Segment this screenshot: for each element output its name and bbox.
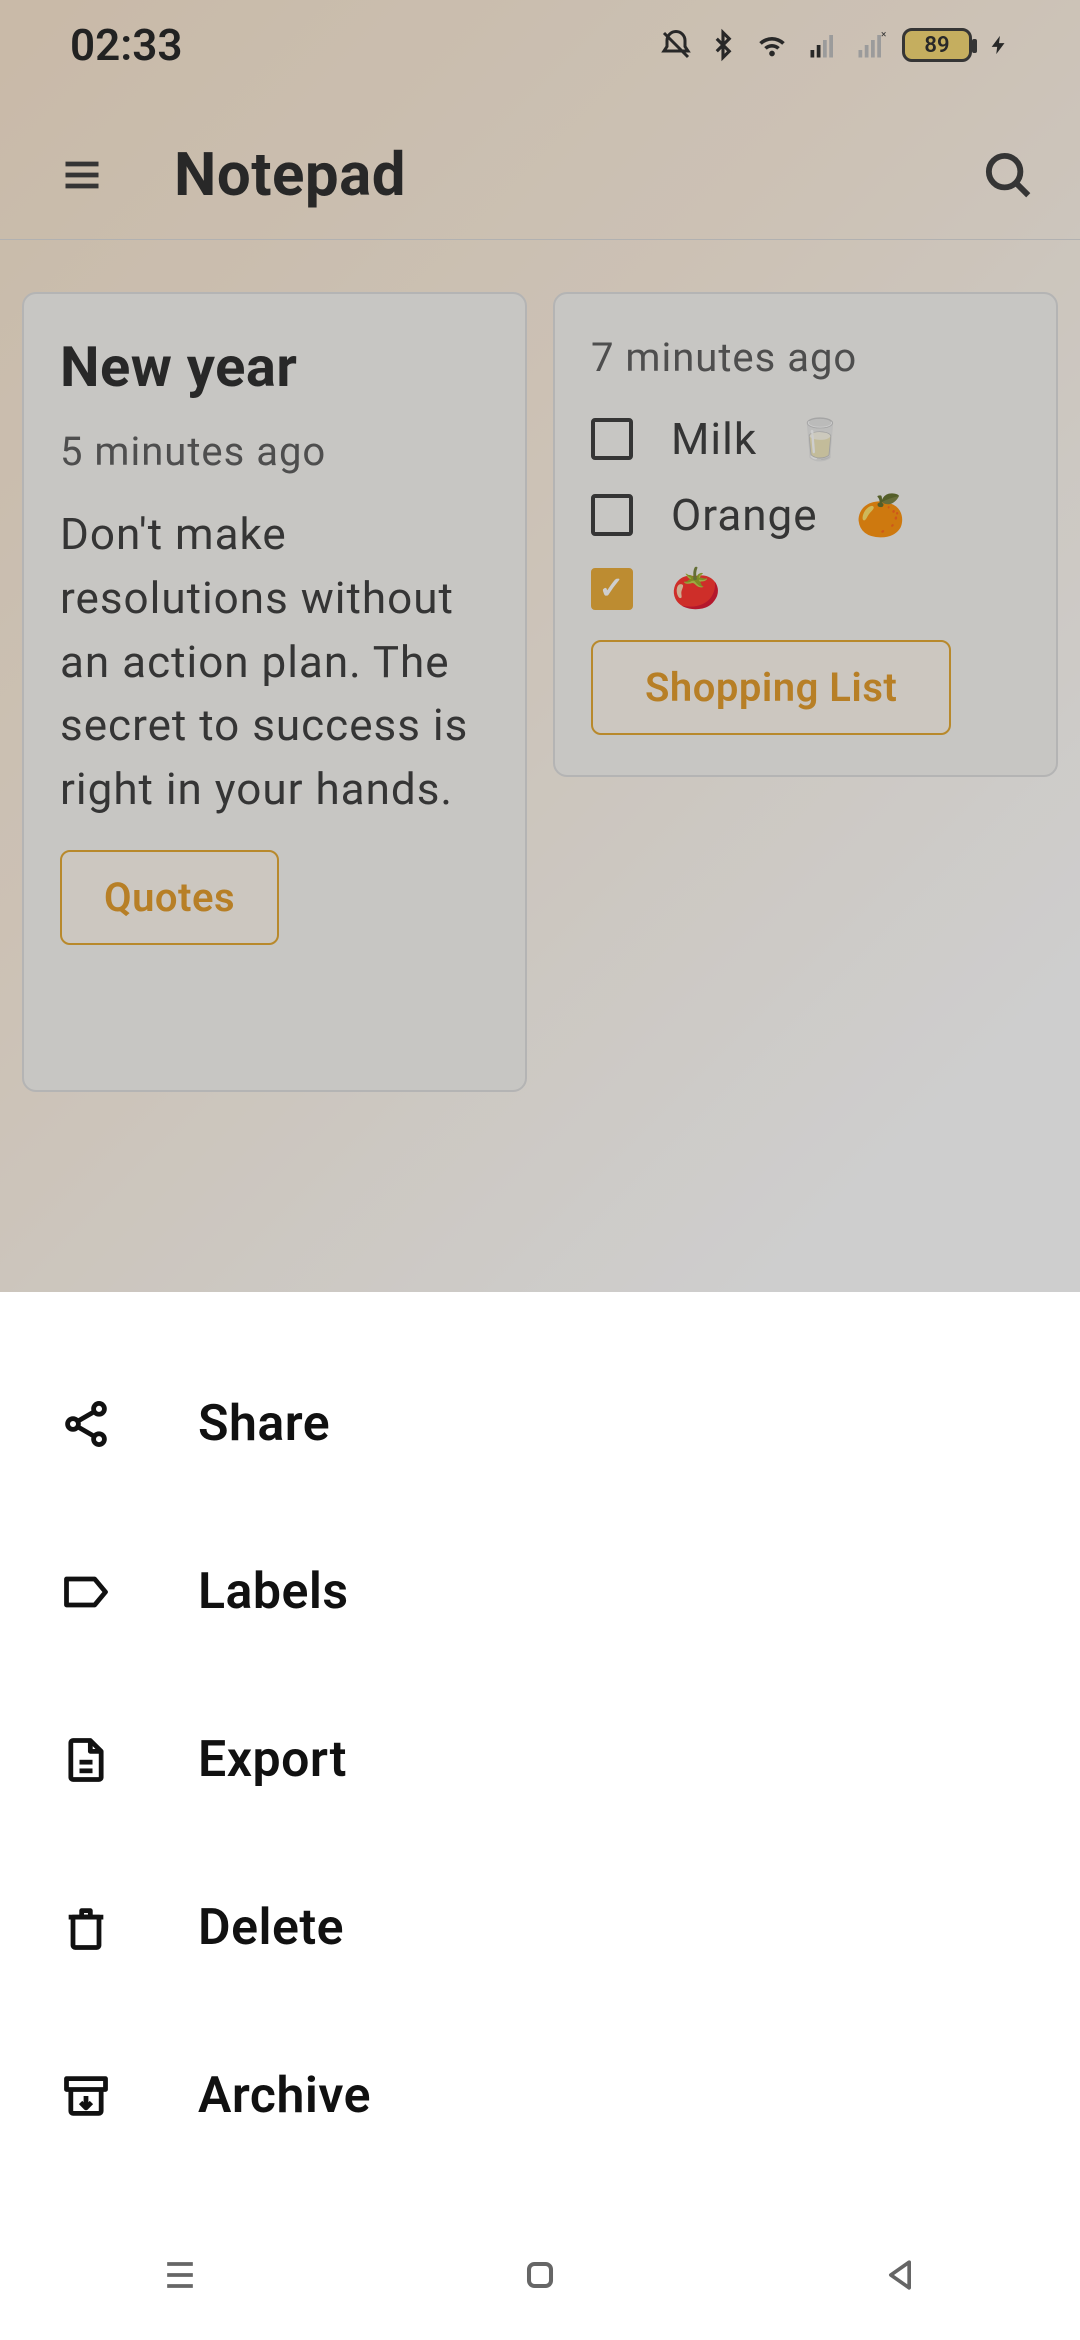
tomato-emoji-icon: 🍅 xyxy=(671,565,722,612)
note-time: 5 minutes ago xyxy=(60,428,489,475)
search-button[interactable] xyxy=(976,143,1040,207)
notes-grid: New year 5 minutes ago Don't make resolu… xyxy=(0,270,1080,1092)
charging-icon xyxy=(988,28,1010,62)
milk-emoji-icon: 🥛 xyxy=(795,416,846,463)
checklist-label: Milk xyxy=(671,413,757,465)
wifi-icon xyxy=(752,28,792,62)
vibrate-icon xyxy=(658,27,694,63)
sheet-label: Export xyxy=(198,1731,347,1789)
checkbox-checked-icon[interactable]: ✓ xyxy=(591,568,633,610)
orange-emoji-icon: 🍊 xyxy=(856,492,907,539)
checklist-item[interactable]: Milk 🥛 xyxy=(591,413,1020,465)
checklist-item[interactable]: ✓ 🍅 xyxy=(591,565,1020,612)
sheet-label: Archive xyxy=(198,2067,371,2125)
app-bar: Notepad xyxy=(0,110,1080,240)
app-title: Notepad xyxy=(174,139,976,210)
svg-text:×: × xyxy=(881,30,886,41)
label-icon xyxy=(58,1564,114,1620)
status-tray: × 89 xyxy=(658,27,1010,63)
note-tag[interactable]: Shopping List xyxy=(591,640,951,735)
archive-icon xyxy=(58,2068,114,2124)
note-title: New year xyxy=(60,334,489,400)
back-button[interactable] xyxy=(870,2245,930,2305)
note-tag[interactable]: Quotes xyxy=(60,850,279,945)
sheet-item-delete[interactable]: Delete xyxy=(0,1844,1080,2012)
sheet-item-export[interactable]: Export xyxy=(0,1676,1080,1844)
note-body: Don't make resolutions without an action… xyxy=(60,503,489,822)
checkbox-unchecked-icon[interactable] xyxy=(591,418,633,460)
home-button[interactable] xyxy=(510,2245,570,2305)
export-icon xyxy=(58,1732,114,1788)
status-bar: 02:33 × 89 xyxy=(0,0,1080,90)
checklist-label: Orange xyxy=(671,489,818,541)
delete-icon xyxy=(58,1900,114,1956)
sheet-label: Labels xyxy=(198,1563,349,1621)
sheet-label: Share xyxy=(198,1395,330,1453)
menu-button[interactable] xyxy=(50,143,114,207)
signal-2-icon: × xyxy=(854,30,888,60)
sheet-item-labels[interactable]: Labels xyxy=(0,1508,1080,1676)
checkbox-unchecked-icon[interactable] xyxy=(591,494,633,536)
note-card[interactable]: New year 5 minutes ago Don't make resolu… xyxy=(22,292,527,1092)
signal-1-icon xyxy=(806,30,840,60)
system-nav-bar xyxy=(0,2210,1080,2340)
note-time: 7 minutes ago xyxy=(591,334,1020,381)
sheet-item-share[interactable]: Share xyxy=(0,1340,1080,1508)
bluetooth-icon xyxy=(708,27,738,63)
recents-button[interactable] xyxy=(150,2245,210,2305)
checklist-item[interactable]: Orange 🍊 xyxy=(591,489,1020,541)
note-card[interactable]: 7 minutes ago Milk 🥛 Orange 🍊 ✓ 🍅 Shoppi… xyxy=(553,292,1058,777)
bottom-sheet: Share Labels Export Delete Archive xyxy=(0,1292,1080,2340)
battery-percent: 89 xyxy=(924,33,949,58)
note-checklist: Milk 🥛 Orange 🍊 ✓ 🍅 xyxy=(591,413,1020,612)
status-time: 02:33 xyxy=(70,19,183,71)
battery-icon: 89 xyxy=(902,28,972,62)
sheet-item-archive[interactable]: Archive xyxy=(0,2012,1080,2180)
share-icon xyxy=(58,1396,114,1452)
sheet-label: Delete xyxy=(198,1899,344,1957)
